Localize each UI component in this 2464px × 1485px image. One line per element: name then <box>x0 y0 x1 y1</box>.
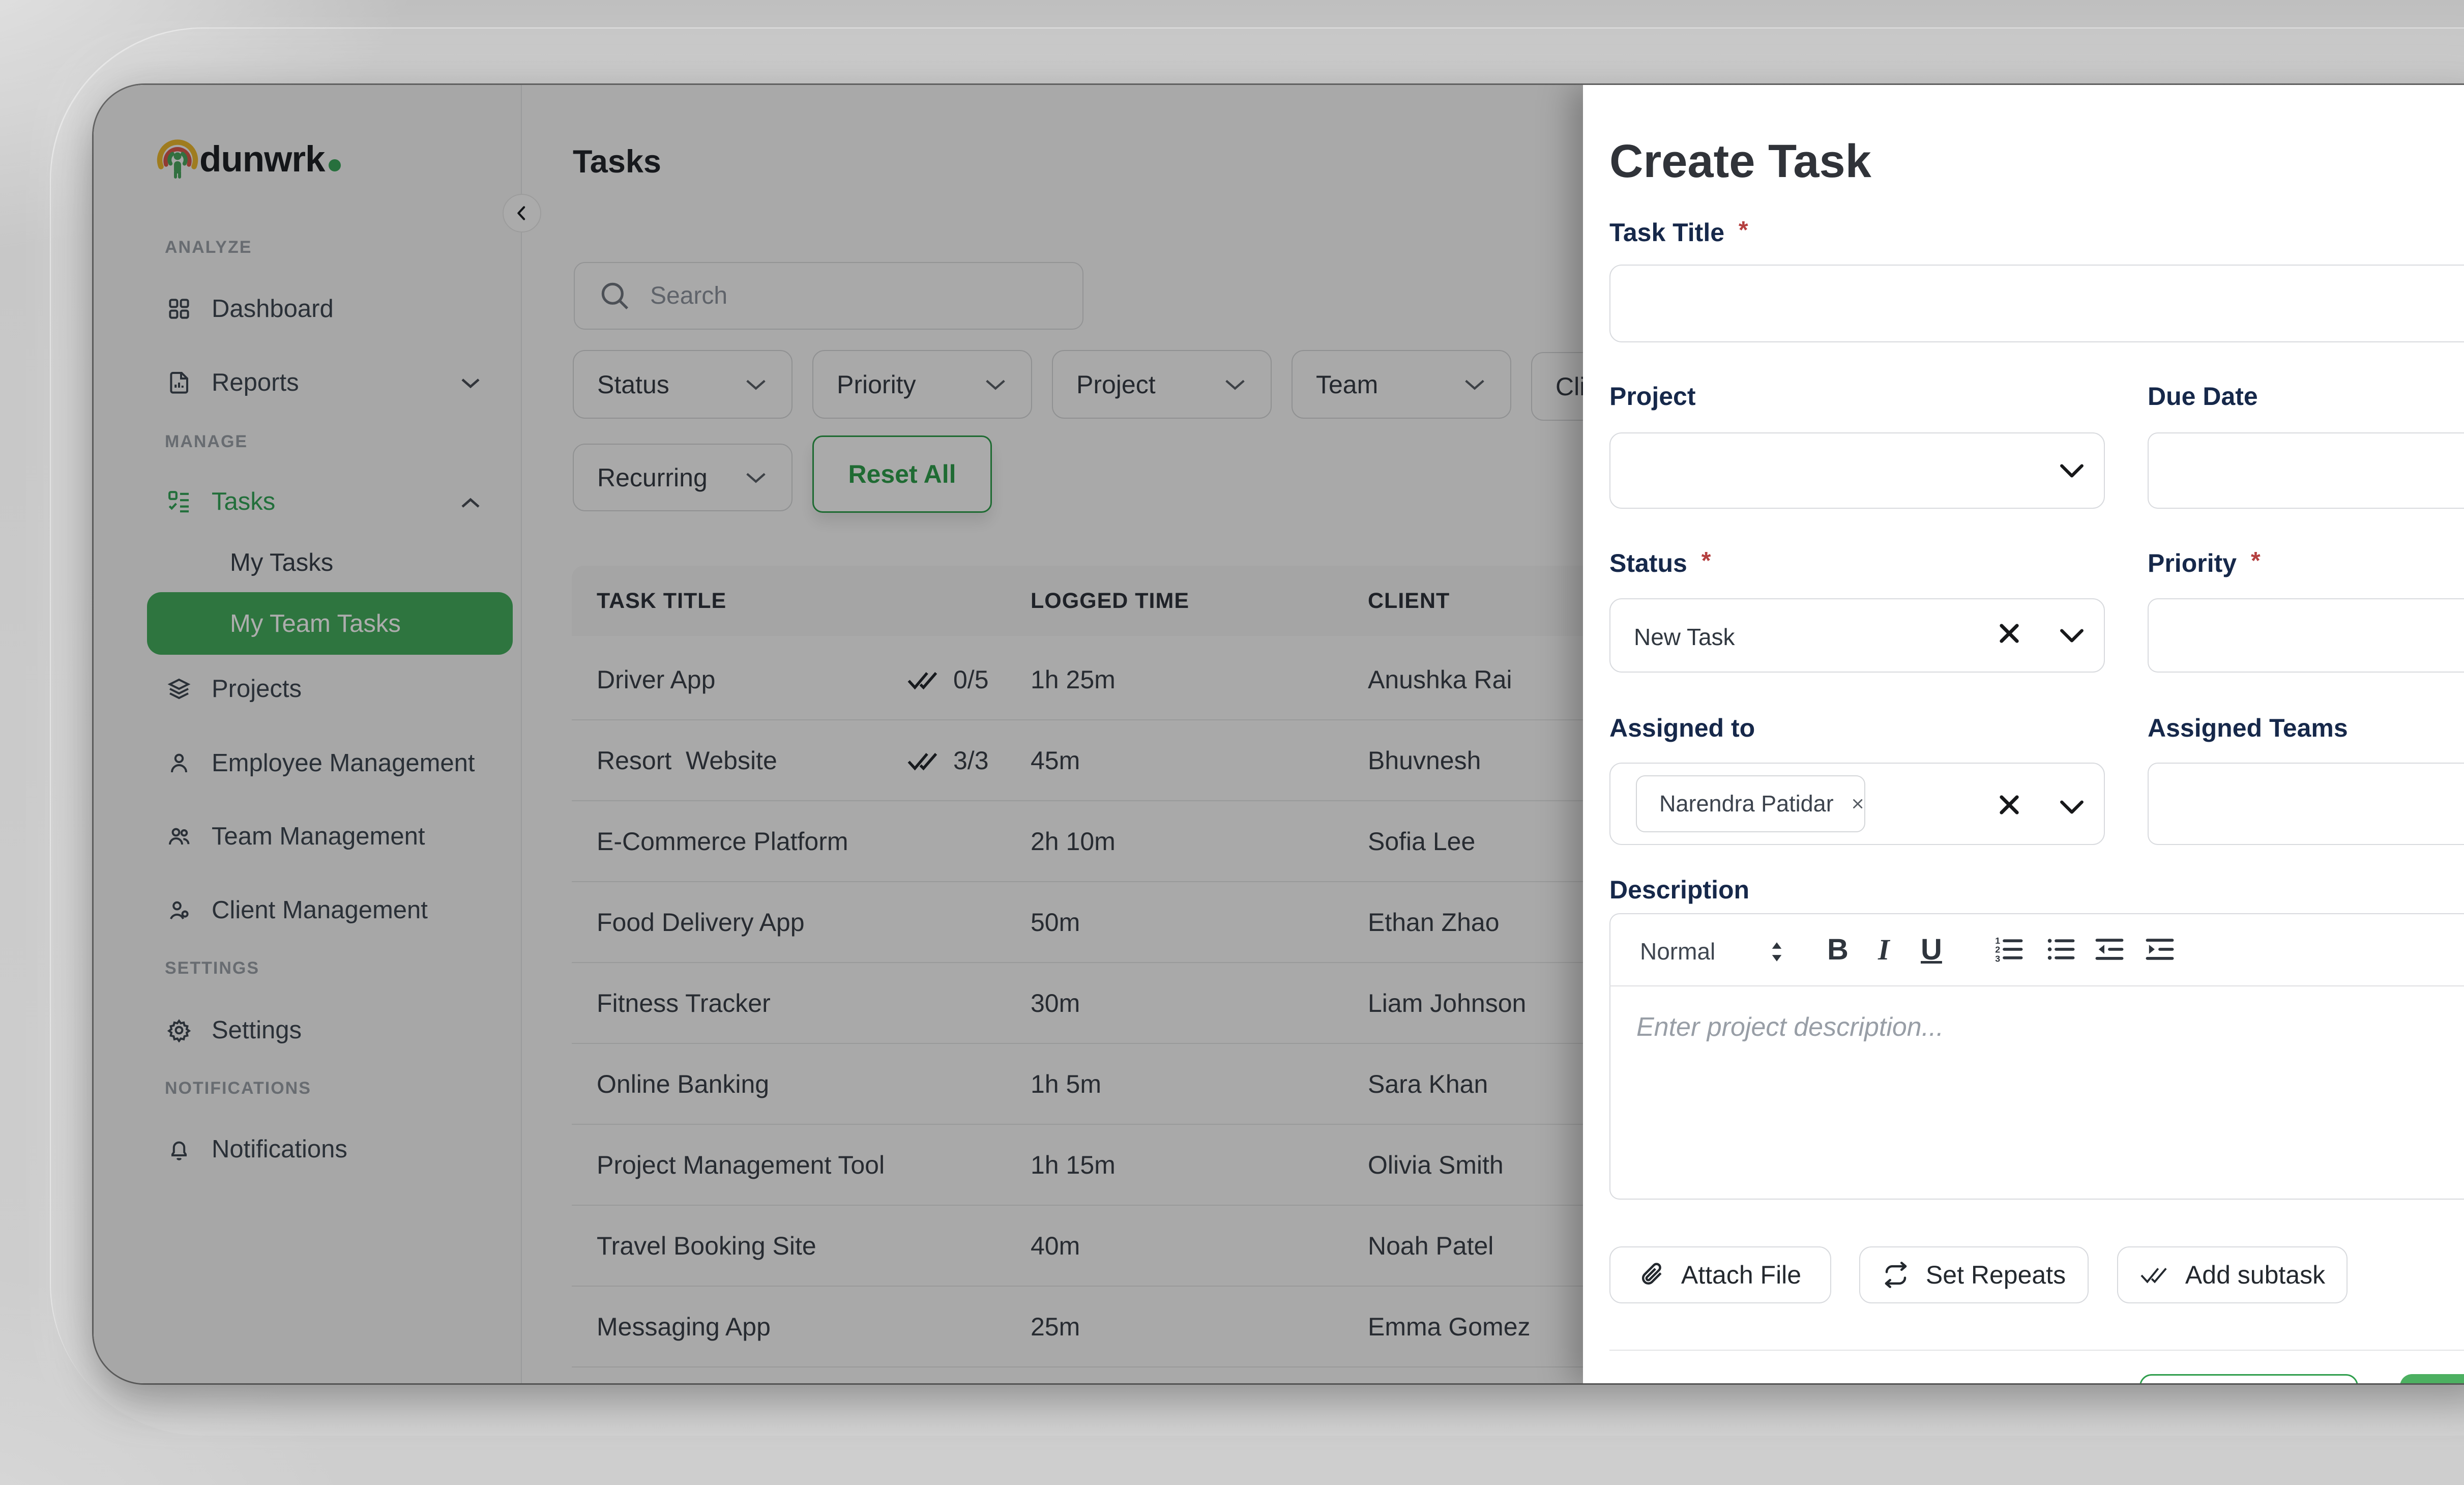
svg-text:3: 3 <box>1995 954 2000 963</box>
